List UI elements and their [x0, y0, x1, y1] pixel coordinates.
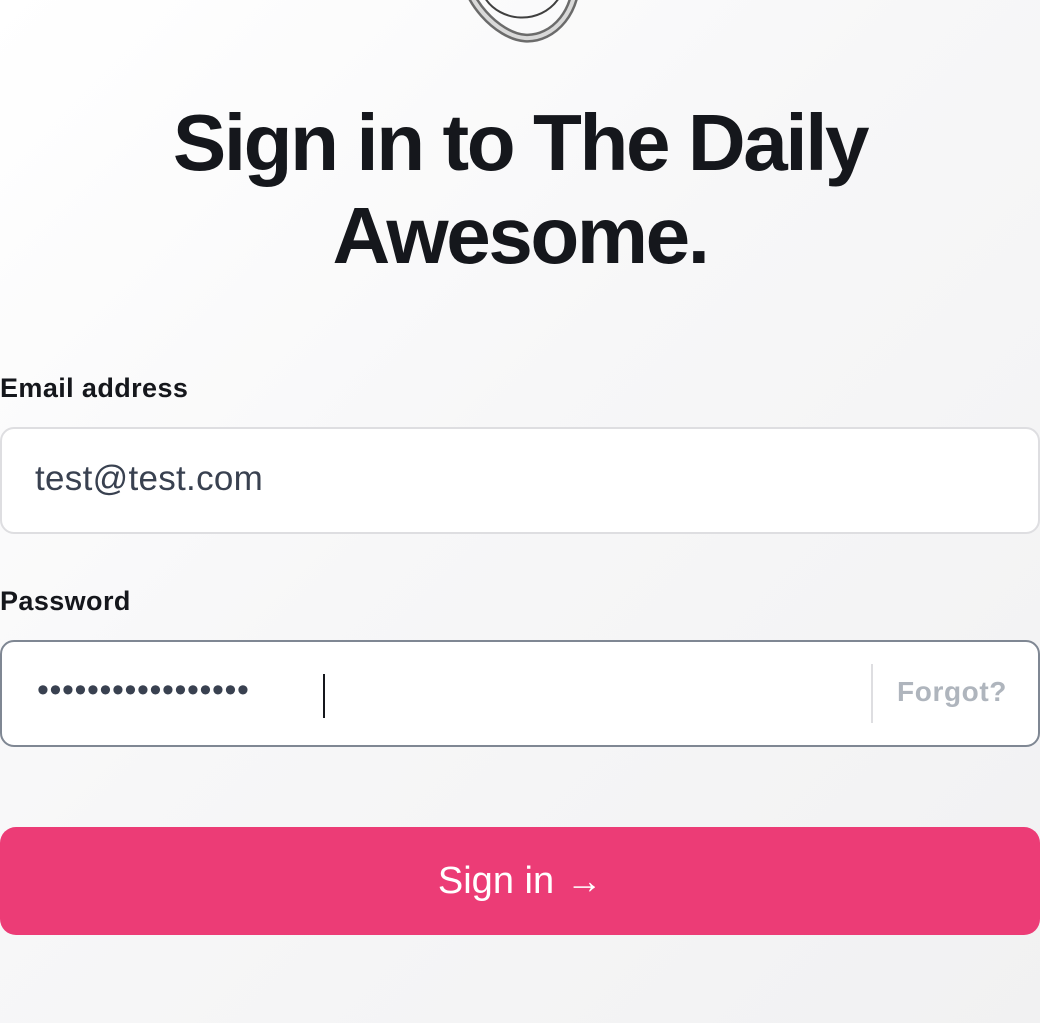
sign-in-label: Sign in — [437, 859, 555, 902]
forgot-password-link[interactable]: Forgot? — [897, 676, 1007, 708]
password-label: Password — [0, 586, 131, 616]
email-field[interactable]: test@test.com — [0, 427, 1040, 534]
password-value[interactable]: ••••••••••••••••• — [37, 671, 250, 710]
email-label: Email address — [0, 373, 189, 403]
password-field[interactable]: ••••••••••••••••• Forgot? — [0, 640, 1040, 747]
arrow-right-icon: → — [566, 860, 603, 901]
password-divider — [871, 664, 873, 723]
text-caret — [323, 674, 325, 718]
email-value[interactable]: test@test.com — [35, 459, 263, 499]
page-title: Sign in to The Daily Awesome. — [172, 98, 870, 280]
ring-logo-icon — [468, 0, 578, 43]
sign-in-button[interactable]: Sign in → — [0, 827, 1040, 935]
